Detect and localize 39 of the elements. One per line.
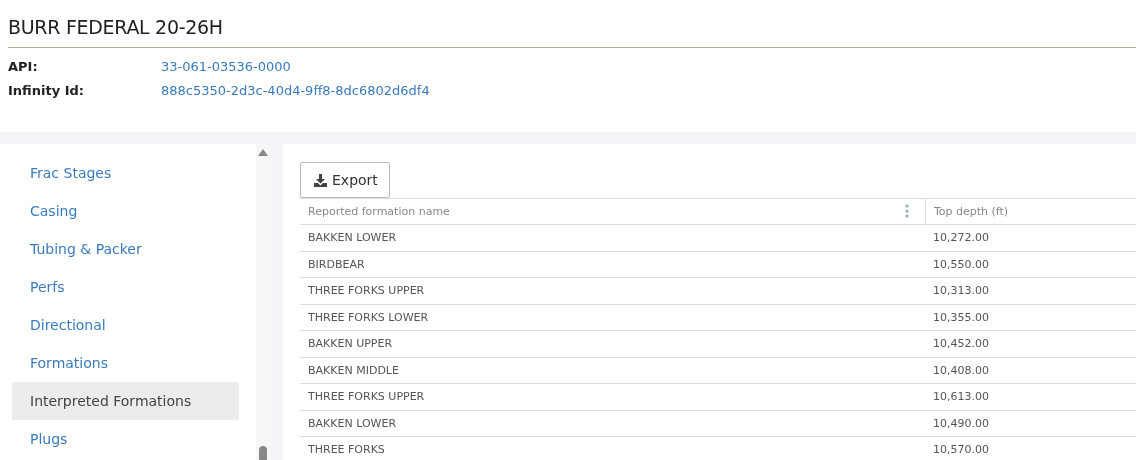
table-cell-text: BAKKEN MIDDLE [307, 362, 400, 379]
well-title: BURR FEDERAL 20-26H [8, 15, 224, 40]
table-cell-text: BAKKEN LOWER [307, 415, 398, 432]
table-cell-text: BAKKEN LOWER [307, 230, 398, 247]
field-value: 888c5350-2d3c-40d4-9ff8-8dc6802d6df4 [161, 82, 430, 98]
table-cell-text: 10,613.00 [932, 389, 990, 406]
sidebar-item[interactable]: Frac Stages [12, 154, 239, 192]
table-cell-text: 10,452.00 [932, 336, 990, 353]
field-label: API: [8, 58, 39, 74]
table-cell-text: 10,355.00 [932, 309, 990, 326]
table-cell-text: 10,408.00 [932, 362, 990, 379]
download-icon [314, 173, 327, 187]
field-label: Infinity Id: [8, 82, 85, 98]
table-cell-text: 10,313.00 [932, 283, 990, 300]
table-cell-text: THREE FORKS UPPER [307, 389, 426, 406]
scroll-up-icon[interactable] [258, 149, 268, 156]
column-header: Top depth (ft) [925, 199, 1136, 224]
sidebar-item[interactable]: Directional [12, 306, 239, 344]
column-header: Reported formation name [308, 205, 450, 218]
scrollbar[interactable] [256, 144, 270, 460]
sidebar-item[interactable]: Formations [12, 344, 239, 382]
table-cell-text: THREE FORKS UPPER [307, 283, 426, 300]
sidebar-item[interactable]: Perfs [12, 268, 239, 306]
table-cell-text: 10,550.00 [932, 256, 990, 273]
table-cell-text: BAKKEN UPPER [307, 336, 394, 353]
sidebar-item[interactable]: Casing [12, 192, 239, 230]
table-cell-text: THREE FORKS [307, 442, 386, 459]
table-cell-text: 10,570.00 [932, 442, 990, 459]
sidebar-item[interactable]: Tubing & Packer [12, 230, 239, 268]
export-button[interactable]: Export [300, 162, 390, 198]
sidebar-item[interactable]: Interpreted Formations [12, 382, 239, 420]
field-value: 33-061-03536-0000 [161, 58, 291, 74]
table-cell-text: 10,272.00 [932, 230, 990, 247]
table-cell-text: THREE FORKS LOWER [307, 309, 430, 326]
scroll-thumb[interactable] [259, 446, 267, 460]
sidebar-item[interactable]: Plugs [12, 420, 239, 458]
table-cell-text: 10,490.00 [932, 415, 990, 432]
column-menu-icon[interactable] [905, 204, 909, 218]
table-cell-text: BIRDBEAR [307, 256, 366, 273]
